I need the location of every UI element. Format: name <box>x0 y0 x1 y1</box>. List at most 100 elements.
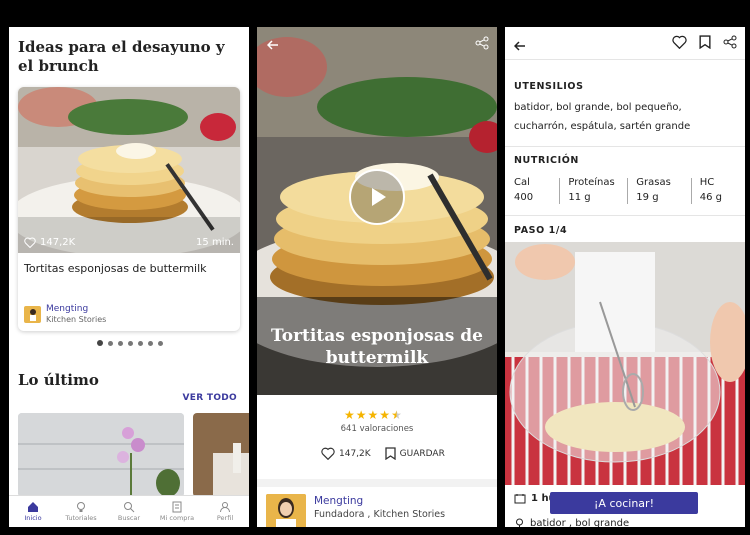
likes-count: 147,2K <box>40 237 76 248</box>
top-icons <box>672 35 737 49</box>
star-icon: ★ <box>379 408 391 422</box>
lightbulb-icon <box>77 502 85 512</box>
nutrition-label: Proteínas <box>568 177 615 188</box>
likes-count: 147,2K <box>339 448 371 459</box>
nutrition-protein: Proteínas 11 g <box>568 175 627 205</box>
recipe-steps-screen: UTENSILIOS batidor, bol grande, bol pequ… <box>505 27 745 527</box>
tab-label: Tutoriales <box>65 514 97 522</box>
separator <box>627 178 629 204</box>
tab-bar: Inicio Tutoriales Buscar Mi compra Perfi… <box>9 495 249 527</box>
recipe-image <box>18 87 240 253</box>
recipe-title: Tortitas esponjosas de buttermilk <box>271 326 483 368</box>
nutrition-value: 46 g <box>699 192 722 203</box>
tab-mi-compra[interactable]: Mi compra <box>153 496 201 527</box>
nutrition-label: Grasas <box>636 177 671 188</box>
bottom-bar: 1 hu ¡A cocinar! batidor , bol grande <box>505 485 745 527</box>
carousel-dots <box>97 340 163 346</box>
step-title: PASO 1/4 <box>514 225 568 236</box>
recipe-card[interactable]: 147,2K 15 min. Tortitas esponjosas de bu… <box>18 87 240 331</box>
action-row: 147,2K GUARDAR <box>321 447 445 460</box>
nutrition-title: NUTRICIÓN <box>514 155 579 166</box>
divider <box>257 479 497 487</box>
heart-icon <box>321 447 335 460</box>
arrow-left-icon <box>266 40 278 50</box>
latest-thumbnail[interactable] <box>18 413 184 497</box>
back-button[interactable] <box>513 37 526 56</box>
avatar <box>266 494 306 527</box>
share-icon <box>475 36 489 50</box>
like-button[interactable]: 147,2K <box>321 447 371 460</box>
tab-tutoriales[interactable]: Tutoriales <box>57 496 105 527</box>
play-video-button[interactable] <box>349 169 405 225</box>
nutrition-fat: Grasas 19 g <box>636 175 690 205</box>
tab-label: Perfil <box>216 514 234 522</box>
author-role: Fundadora , Kitchen Stories <box>314 509 446 520</box>
nutrition-cal: Cal 400 <box>514 175 559 205</box>
author-sub: Kitchen Stories <box>46 315 107 324</box>
nutrition-row: Cal 400 Proteínas 11 g Grasas 19 g HC 46… <box>514 175 736 205</box>
cook-time: 15 min. <box>196 237 234 248</box>
separator <box>690 178 692 204</box>
home-icon <box>28 502 38 512</box>
dot <box>108 340 113 346</box>
heart-icon[interactable] <box>672 35 687 49</box>
share-icon[interactable] <box>723 35 737 49</box>
rating-stars: ★ ★ ★ ★ ★ <box>344 408 402 422</box>
top-bar <box>505 27 745 60</box>
dot <box>128 340 133 346</box>
author-name: Mengting <box>314 495 364 507</box>
search-icon <box>124 502 135 513</box>
star-icon: ★ <box>344 408 355 422</box>
step-image <box>505 242 745 485</box>
separator <box>559 178 561 204</box>
recipe-detail-screen: Tortitas esponjosas de buttermilk ★ ★ ★ … <box>257 27 497 527</box>
likes[interactable]: 147,2K <box>24 237 75 248</box>
nutrition-value: 400 <box>514 192 534 203</box>
tab-label: Buscar <box>117 514 141 522</box>
arrow-left-icon <box>513 41 525 51</box>
utensils-text: batidor, bol grande, bol pequeño, cuchar… <box>514 102 691 132</box>
whisk-icon <box>516 518 523 527</box>
tab-buscar[interactable]: Buscar <box>105 496 153 527</box>
bookmark-icon[interactable] <box>699 35 711 49</box>
list-icon <box>172 501 182 513</box>
back-button[interactable] <box>266 36 279 55</box>
author-name: Mengting <box>46 304 89 314</box>
avatar <box>24 306 41 323</box>
save-label: GUARDAR <box>399 448 445 459</box>
latest-title: Lo último <box>18 371 99 389</box>
see-all-link[interactable]: VER TODO <box>183 393 238 403</box>
divider <box>505 215 745 216</box>
nutrition-value: 11 g <box>568 192 591 203</box>
dot <box>97 340 103 346</box>
star-icon: ★ <box>355 408 367 422</box>
tab-label: Mi compra <box>159 514 195 522</box>
save-button[interactable]: GUARDAR <box>385 447 445 460</box>
recipe-info: ★ ★ ★ ★ ★ 641 valoraciones 147,2K GUARDA… <box>257 395 497 527</box>
heart-icon[interactable] <box>24 237 36 248</box>
start-cooking-button[interactable]: ¡A cocinar! <box>550 492 698 514</box>
bookmark-icon <box>385 447 396 460</box>
divider <box>505 146 745 147</box>
nutrition-carbs: HC 46 g <box>700 175 736 205</box>
section-title: Ideas para el desayuno y el brunch <box>18 38 225 75</box>
tab-inicio[interactable]: Inicio <box>9 496 57 527</box>
tab-perfil[interactable]: Perfil <box>201 496 249 527</box>
half-star-icon: ★ <box>391 408 402 422</box>
dot <box>138 340 143 346</box>
nutrition-value: 19 g <box>636 192 659 203</box>
utensils-title: UTENSILIOS <box>514 81 584 92</box>
tools-row: batidor , bol grande <box>514 518 629 527</box>
nutrition-label: Cal <box>514 177 530 188</box>
nutrition-label: HC <box>699 177 715 188</box>
dot <box>148 340 153 346</box>
dot <box>118 340 123 346</box>
author[interactable]: Mengting Kitchen Stories <box>24 304 106 325</box>
tools-text: batidor , bol grande <box>530 518 630 527</box>
share-button[interactable] <box>475 35 489 54</box>
star-icon: ★ <box>367 408 379 422</box>
recipe-name: Tortitas esponjosas de buttermilk <box>24 262 207 275</box>
author[interactable]: Mengting Fundadora , Kitchen Stories <box>266 494 445 527</box>
latest-thumbnail[interactable] <box>193 413 249 497</box>
card-meta: 147,2K 15 min. <box>18 233 240 253</box>
